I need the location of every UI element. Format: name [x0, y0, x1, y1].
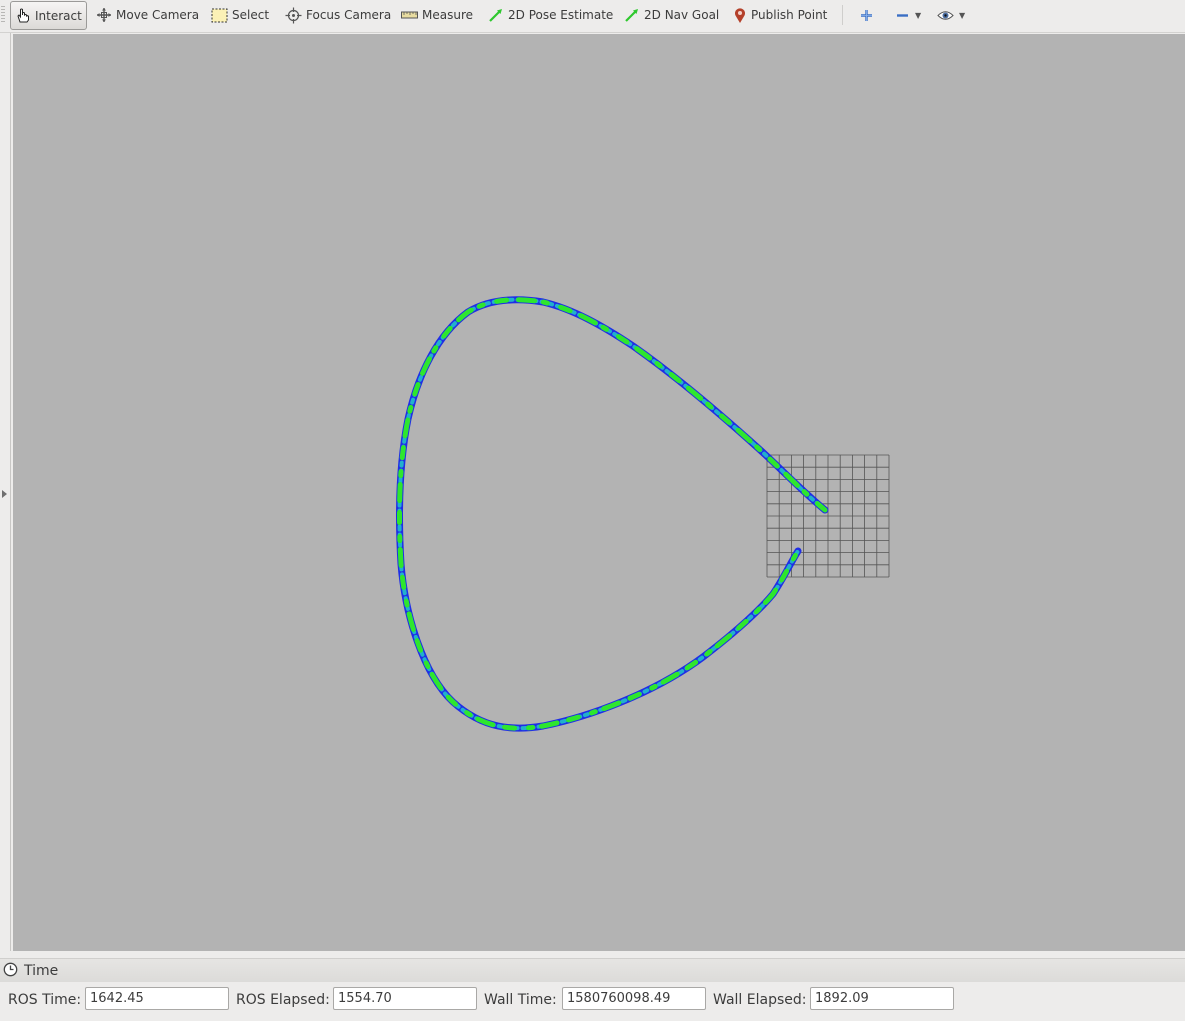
- publish-point-tool-label: Publish Point: [751, 8, 828, 22]
- select-tool-button[interactable]: Select: [207, 3, 273, 27]
- ros-elapsed-field[interactable]: [333, 987, 477, 1010]
- move-camera-tool-button[interactable]: Move Camera: [92, 3, 203, 27]
- nav-goal-tool-button[interactable]: 2D Nav Goal: [620, 3, 723, 27]
- remove-tool-button[interactable]: ▼: [891, 3, 925, 27]
- nav-goal-tool-label: 2D Nav Goal: [644, 8, 720, 22]
- trajectory-stroke-1: [397, 297, 827, 731]
- green-arrow-icon: [624, 7, 640, 23]
- ros-elapsed-label: ROS Elapsed:: [236, 992, 330, 1008]
- ruler-icon: [401, 10, 418, 20]
- 3d-render-viewport[interactable]: [13, 34, 1185, 951]
- measure-tool-button[interactable]: Measure: [397, 3, 477, 27]
- wall-time-label: Wall Time:: [484, 992, 557, 1008]
- hand-pointer-icon: [15, 7, 31, 24]
- trajectory-stroke-2: [396, 297, 828, 731]
- interact-tool-label: Interact: [35, 8, 82, 23]
- ros-time-field[interactable]: [85, 987, 229, 1010]
- focus-camera-tool-label: Focus Camera: [306, 8, 392, 22]
- ros-time-label: ROS Time:: [8, 992, 82, 1008]
- time-panel-title: Time: [24, 962, 59, 979]
- visibility-tool-button[interactable]: ▼: [933, 3, 969, 27]
- eye-visibility-icon: [937, 9, 954, 22]
- toolbar-separator: [842, 5, 843, 25]
- add-tool-icon: [859, 8, 874, 23]
- move-camera-tool-label: Move Camera: [116, 8, 200, 22]
- select-tool-label: Select: [232, 8, 270, 22]
- map-pin-icon: [733, 7, 747, 24]
- dashed-rectangle-icon: [211, 8, 228, 23]
- wall-elapsed-field[interactable]: [810, 987, 954, 1010]
- interact-tool-button[interactable]: Interact: [10, 1, 87, 30]
- measure-tool-label: Measure: [422, 8, 473, 22]
- chevron-down-icon: ▼: [915, 10, 922, 20]
- move-arrows-icon: [96, 7, 112, 23]
- viewport-scene: [395, 296, 890, 732]
- dock-divider: [10, 33, 11, 951]
- remove-tool-icon: [895, 8, 910, 23]
- time-fields-row: ROS Time: ROS Elapsed: Wall Time: Wall E…: [0, 987, 1185, 1013]
- crosshair-icon: [285, 7, 302, 24]
- trajectory-path: [395, 296, 829, 732]
- rviz-toolbar: Interact Move Camera Select Focus Camera…: [0, 0, 1185, 33]
- green-arrow-icon: [488, 7, 504, 23]
- expand-panel-arrow-icon[interactable]: [2, 490, 7, 498]
- left-dock-collapse-strip[interactable]: [0, 33, 11, 951]
- time-panel-title-bar: Time: [0, 958, 1185, 982]
- time-panel: Time ROS Time: ROS Elapsed: Wall Time: W…: [0, 956, 1185, 1021]
- clock-icon: [3, 962, 18, 980]
- trajectory-stroke-0: [395, 296, 829, 732]
- pose-estimate-tool-button[interactable]: 2D Pose Estimate: [484, 3, 617, 27]
- chevron-down-icon: ▼: [959, 10, 966, 20]
- publish-point-tool-button[interactable]: Publish Point: [729, 3, 831, 27]
- wall-elapsed-label: Wall Elapsed:: [713, 992, 807, 1008]
- focus-camera-tool-button[interactable]: Focus Camera: [281, 3, 395, 27]
- wall-time-field[interactable]: [562, 987, 706, 1010]
- toolbar-grip[interactable]: [1, 6, 5, 24]
- add-tool-button[interactable]: [855, 3, 878, 27]
- pose-estimate-tool-label: 2D Pose Estimate: [508, 8, 614, 22]
